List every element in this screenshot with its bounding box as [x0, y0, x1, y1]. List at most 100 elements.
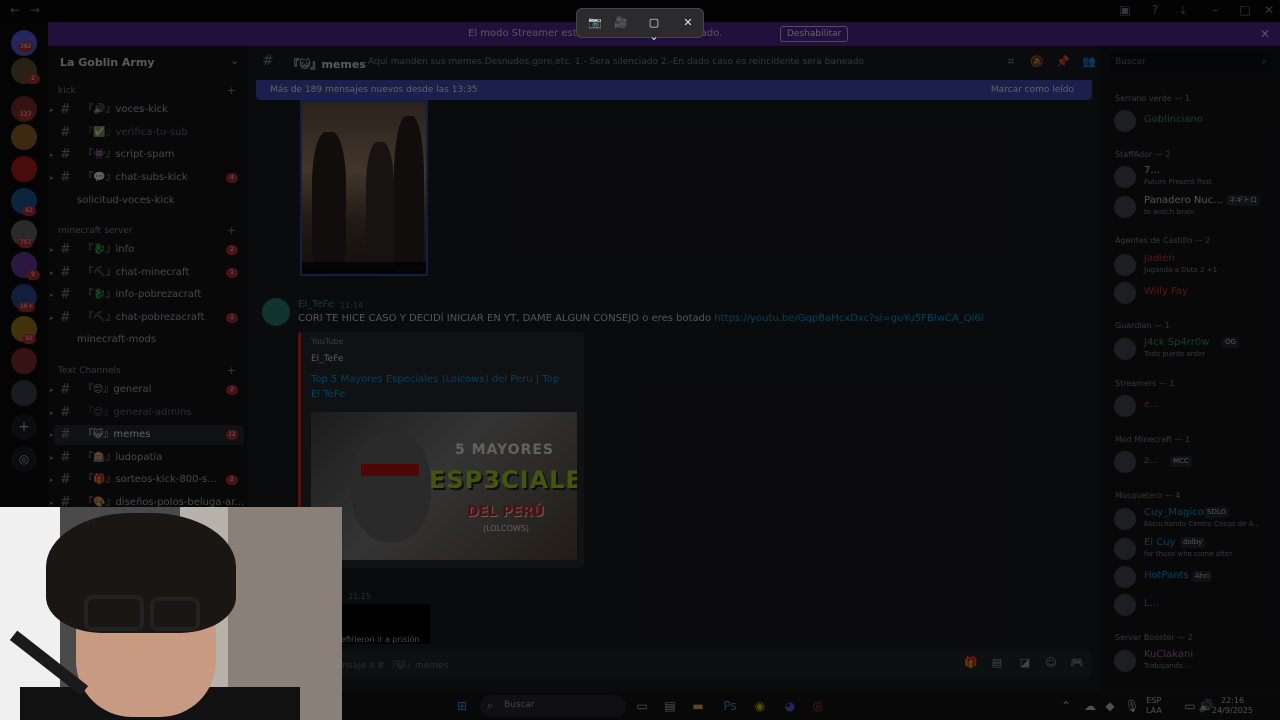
member-item[interactable]: HotPants Ahri [1114, 564, 1274, 590]
onedrive-icon[interactable]: ☁ [1082, 698, 1098, 714]
member-item[interactable]: J4ck Sp4rr0w OG Todo puede arder [1114, 336, 1274, 362]
member-item[interactable]: Cuy_Magico SDLG Escuchando Centro Cosqo de… [1114, 506, 1274, 532]
member-item[interactable]: z... MCC [1114, 449, 1274, 475]
channel-item[interactable]: ▸ # 『👾』script-spam [50, 145, 244, 165]
windows-start-icon[interactable]: ⊞ [454, 698, 470, 714]
member-item[interactable]: L... [1114, 592, 1274, 618]
embed-title[interactable]: Top 5 Mayores Especiales (Lolcows) del P… [311, 372, 571, 402]
gif-icon[interactable]: ▤ [990, 656, 1004, 670]
download-icon[interactable]: ⤓ [1176, 3, 1190, 17]
channel-item[interactable]: # 『✅』verifica-tu-sub [54, 123, 244, 143]
member-item[interactable]: KuClakani Trabajando... [1114, 648, 1274, 674]
member-item[interactable]: El Cuy dolby for those who come after [1114, 536, 1274, 562]
channel-item[interactable]: minecraft-mods [54, 330, 244, 350]
channel-item-selected[interactable]: ▸ # 『😺』memes 12 [50, 425, 244, 445]
snip-close-icon[interactable]: ✕ [680, 16, 696, 30]
app-icon[interactable]: ▤ [662, 698, 678, 714]
back-arrow-icon[interactable]: ← [8, 3, 22, 17]
channel-topic[interactable]: Aqui manden sus memes.Desnudos,gore,etc.… [368, 57, 864, 67]
sticker-icon[interactable]: ◪ [1018, 656, 1032, 670]
clock[interactable]: 22:16 24/9/2025 [1212, 696, 1253, 716]
category-text-channels[interactable]: Text Channels [58, 366, 121, 376]
apps-icon[interactable]: 🎮 [1070, 656, 1084, 670]
channel-item[interactable]: ▸ # 『🔊』voces-kick [50, 100, 244, 120]
channel-item[interactable]: ▸ # 『😊』general 2 [50, 380, 244, 400]
category-kick[interactable]: kick [58, 86, 76, 96]
capture-mode-dropdown[interactable]: ▢ ⌄ [643, 16, 665, 43]
channel-item[interactable]: ▸ # 『🐉』info-pobrezacraft [50, 285, 244, 305]
video-controls[interactable] [302, 262, 426, 274]
chrome-icon[interactable]: ◉ [752, 698, 768, 714]
network-icon[interactable]: ▭ [1182, 698, 1198, 714]
channel-item[interactable]: ▸ # 『🎰』ludopatia [50, 448, 244, 468]
taskbar-search[interactable]: ⌕ Buscar [480, 695, 626, 717]
channel-item[interactable]: ▸ # 『⛏』chat-minecraft 1 [50, 263, 244, 283]
photoshop-icon[interactable]: Ps [722, 698, 738, 714]
message-author[interactable]: El_TeFe [298, 299, 334, 310]
video-attachment[interactable] [300, 100, 428, 276]
embed-author[interactable]: El_TeFe [311, 354, 343, 364]
disable-streamer-button[interactable]: Deshabilitar [780, 26, 849, 42]
role-header: Mosquetero — 4 [1115, 491, 1181, 500]
create-channel-icon[interactable]: + [227, 84, 236, 97]
tray-overflow-icon[interactable]: ⌃ [1058, 698, 1074, 714]
discover-compass-icon[interactable]: ◎ [11, 446, 37, 472]
member-list-icon[interactable]: 👥 [1082, 55, 1096, 69]
snipping-toolbar: 📷 🎥 ▢ ⌄ ✕ [576, 8, 704, 43]
mute-bell-icon[interactable]: 🔕 [1030, 55, 1044, 69]
embed-thumbnail[interactable]: 5 MAYORES ESP3CIALES DEL PERÚ (LOLCOWS) [311, 412, 577, 560]
help-icon[interactable]: ? [1148, 3, 1162, 17]
close-banner-icon[interactable]: ✕ [1260, 22, 1270, 46]
channel-item[interactable]: ▸ # 『😊』general-admins [50, 403, 244, 423]
unread-count: 12 [226, 430, 238, 440]
tray-app-icon[interactable]: ◆ [1102, 698, 1118, 714]
screen-record-icon[interactable]: 🎥 [613, 16, 629, 30]
add-server-icon[interactable]: + [11, 414, 37, 440]
close-window-icon[interactable]: ✕ [1262, 3, 1276, 17]
minimize-icon[interactable]: – [1208, 3, 1222, 17]
task-view-icon[interactable]: ▭ [634, 698, 650, 714]
avatar [1114, 395, 1136, 417]
server-badge: 9 [26, 270, 40, 280]
emoji-icon[interactable]: ☺ [1044, 656, 1058, 670]
maximize-icon[interactable]: □ [1238, 3, 1252, 17]
category-minecraft[interactable]: minecraft server [58, 226, 133, 236]
member-item[interactable]: Willy Fay [1114, 280, 1274, 306]
server-dropdown-icon[interactable]: ⌄ [230, 54, 239, 67]
create-channel-icon[interactable]: + [227, 224, 236, 237]
screenshot-camera-icon[interactable]: 📷 [587, 16, 603, 30]
create-channel-icon[interactable]: + [227, 364, 236, 377]
channel-item[interactable]: ▸ # 『⛏』chat-pobrezacraft 1 [50, 308, 244, 328]
discord-icon[interactable]: ◕ [782, 698, 798, 714]
channel-item[interactable]: ▸ # 『🐉』info 2 [50, 240, 244, 260]
channel-item[interactable]: ▸ # 『💬』chat-subs-kick 4 [50, 168, 244, 188]
member-item[interactable]: Jadien Jugando a Dota 2 +1 [1114, 252, 1274, 278]
member-item[interactable]: Panadero Nuc... ネギトロ to watch brain [1114, 194, 1274, 220]
pin-icon[interactable]: 📌 [1056, 55, 1070, 69]
file-explorer-icon[interactable]: ▬ [690, 698, 706, 714]
microphone-icon[interactable]: 🎙 [1124, 698, 1140, 714]
member-item[interactable]: e... [1114, 393, 1274, 419]
threads-icon[interactable]: ⌗ [1004, 55, 1018, 69]
message-composer[interactable]: nsaje a # 『😺』memes 🎁 ▤ ◪ ☺ 🎮 [256, 650, 1092, 678]
member-item[interactable]: 7... Future Present Past [1114, 164, 1274, 190]
server-icon[interactable] [11, 348, 37, 374]
member-item[interactable]: Goblinciano [1114, 108, 1274, 134]
inbox-icon[interactable]: ▣ [1118, 3, 1132, 17]
channel-item[interactable]: solicitud-voces-kick [54, 191, 244, 211]
mark-as-read-button[interactable]: Marcar como leído [991, 80, 1074, 100]
search-input[interactable]: Buscar ⌕ [1110, 52, 1272, 72]
language-indicator[interactable]: ESP LAA [1146, 696, 1162, 716]
message-link[interactable]: https://youtu.be/GqpBaHcxDxc?si=guYu5FBI… [714, 313, 983, 324]
server-icon[interactable] [11, 156, 37, 182]
avatar[interactable] [262, 298, 290, 326]
expand-arrow-icon: ▸ [50, 454, 54, 462]
obs-icon[interactable]: ◎ [810, 698, 826, 714]
forward-arrow-icon[interactable]: → [28, 3, 42, 17]
server-name[interactable]: La Goblin Army [60, 56, 155, 69]
server-icon[interactable] [11, 380, 37, 406]
server-icon[interactable] [11, 124, 37, 150]
new-messages-bar[interactable]: Más de 189 mensajes nuevos desde las 13:… [256, 80, 1092, 100]
channel-item[interactable]: ▸ # 『🎁』sorteos-kick-800-s... 2 [50, 470, 244, 490]
gift-icon[interactable]: 🎁 [964, 656, 978, 670]
